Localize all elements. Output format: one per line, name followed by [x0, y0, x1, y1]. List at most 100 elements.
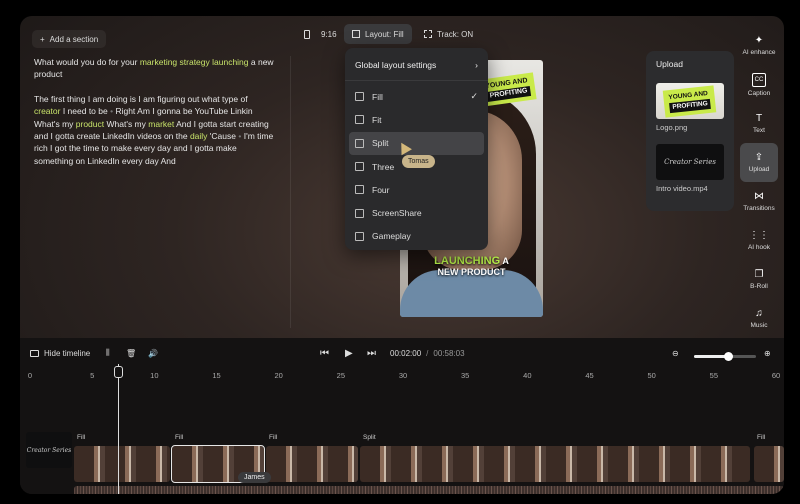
timeline-clip[interactable]	[754, 446, 784, 482]
zoom-out-icon: ⊖	[672, 348, 679, 358]
skip-forward-icon: ⏭	[367, 347, 376, 359]
play-icon: ▶	[345, 347, 353, 359]
zoom-slider[interactable]	[694, 352, 756, 361]
asset-logo-thumbnail[interactable]: YOUNG AND PROFITING	[656, 83, 724, 119]
delete-button[interactable]: 🗑	[126, 349, 136, 358]
zoom-out-button[interactable]: ⊖	[672, 349, 679, 358]
upload-icon: ⇪	[754, 151, 764, 163]
clip-layout-label: Fill	[269, 434, 278, 441]
layout-option-label: Four	[372, 184, 390, 195]
timeline: Hide timeline ⫼ 🗑 🔊 ⏮ ▶ ⏭ 00:02:00 / 00:…	[20, 338, 784, 494]
hide-timeline-button[interactable]: Hide timeline	[30, 349, 90, 358]
ruler-tick: 40	[523, 371, 532, 380]
highlighted-word[interactable]: creator	[34, 106, 60, 116]
layout-option-fill[interactable]: Fill ✓	[345, 85, 488, 108]
menu-header[interactable]: Global layout settings ›	[345, 54, 488, 81]
timeline-clip[interactable]	[360, 446, 750, 482]
volume-button[interactable]: 🔊	[148, 349, 158, 358]
upload-title: Upload	[656, 59, 683, 69]
collaborator-label: Tomas	[402, 155, 435, 168]
layout-option-fit[interactable]: Fit	[345, 108, 488, 131]
play-button[interactable]: ▶	[345, 348, 353, 359]
plus-icon: +	[40, 34, 45, 44]
time-display: 00:02:00 / 00:58:03	[390, 348, 465, 358]
text-icon: T	[755, 112, 763, 124]
fit-icon	[355, 115, 364, 125]
layout-option-label: Split	[372, 138, 389, 149]
timeline-controls: Hide timeline ⫼ 🗑 🔊 ⏮ ▶ ⏭ 00:02:00 / 00:…	[20, 342, 784, 364]
skip-back-icon: ⏮	[320, 347, 329, 359]
highlighted-word[interactable]: daily	[190, 131, 207, 141]
three-layout-icon	[355, 162, 364, 172]
asset-video-thumbnail[interactable]: Creator Series	[656, 144, 724, 180]
transcript-paragraph[interactable]: The first thing I am doing is I am figur…	[34, 93, 274, 167]
cc-icon: CC	[751, 72, 767, 87]
tool-label: AI hook	[747, 243, 771, 251]
collaborator-label: James	[238, 472, 271, 483]
check-icon: ✓	[470, 91, 478, 102]
transcript-text[interactable]: What would you do for your	[34, 57, 140, 67]
skip-forward-button[interactable]: ⏭	[367, 348, 376, 359]
transcript-paragraph[interactable]: What would you do for your marketing str…	[34, 56, 274, 81]
upload-panel: Upload YOUNG AND PROFITING Logo.png Crea…	[646, 51, 734, 211]
tool-music[interactable]: ♫ Music	[740, 299, 778, 338]
highlighted-word[interactable]: marketing strategy launching	[140, 57, 249, 67]
time-ruler[interactable]: 0 5 10 15 20 25 30 35 40 45 50 55 60	[20, 368, 784, 386]
split-layout-icon	[355, 138, 364, 148]
zoom-in-button[interactable]: ⊕	[764, 349, 771, 358]
zoom-slider-fill	[694, 355, 729, 358]
tool-upload[interactable]: ⇪ Upload	[740, 143, 778, 182]
tool-ai-hook[interactable]: ⋮⋮ AI hook	[740, 221, 778, 260]
tool-caption[interactable]: CC Caption	[740, 65, 778, 104]
tool-text[interactable]: T Text	[740, 104, 778, 143]
ruler-tick: 60	[771, 371, 781, 380]
layout-option-four[interactable]: Four	[345, 178, 488, 201]
layout-option-label: Three	[372, 161, 395, 172]
split-clip-button[interactable]: ⫼	[106, 348, 110, 358]
aspect-ratio-button[interactable]: 9:16	[296, 24, 345, 44]
transcript-text[interactable]: I need to be	[60, 106, 110, 116]
skip-back-button[interactable]: ⏮	[320, 348, 329, 359]
layout-button[interactable]: Layout: Fill	[344, 24, 412, 44]
zoom-in-icon: ⊕	[764, 348, 771, 358]
playhead-handle[interactable]	[114, 366, 123, 378]
track-icon	[424, 30, 432, 38]
ruler-tick: 30	[398, 371, 408, 380]
caption-overlay[interactable]: LAUNCHING A NEW PRODUCT	[400, 256, 543, 278]
intro-clip-thumbnail[interactable]: Creator Series	[26, 432, 72, 468]
zoom-slider-handle[interactable]	[723, 352, 733, 361]
tool-transitions[interactable]: ⋈ Transitions	[740, 182, 778, 221]
playhead[interactable]	[118, 364, 119, 494]
layout-option-gameplay[interactable]: Gameplay	[345, 225, 488, 248]
highlighted-word[interactable]: market	[148, 119, 174, 129]
tool-label: Text	[753, 126, 765, 134]
tool-label: Music	[750, 321, 768, 329]
add-section-button[interactable]: + Add a section	[32, 30, 107, 48]
transcript-text[interactable]: What's my	[104, 119, 148, 129]
transcript-text[interactable]: 'Cause	[207, 131, 238, 141]
waveform-icon: ⋮⋮	[749, 229, 769, 241]
audio-waveform[interactable]	[74, 486, 784, 494]
layout-option-label: ScreenShare	[372, 208, 422, 219]
highlighted-word[interactable]: product	[76, 119, 104, 129]
tool-b-roll[interactable]: ❐ B-Roll	[740, 260, 778, 299]
tool-label: Transitions	[743, 204, 775, 212]
tool-ai-enhance[interactable]: ✦ AI enhance	[740, 26, 778, 65]
transcript-editor[interactable]: What would you do for your marketing str…	[34, 56, 274, 179]
four-layout-icon	[355, 185, 364, 195]
timeline-clip[interactable]	[266, 446, 358, 482]
split-icon: ⫼	[106, 348, 110, 357]
transitions-icon: ⋈	[754, 190, 764, 202]
ruler-tick: 50	[647, 371, 656, 380]
transcript-text[interactable]: The first thing I am doing is I am figur…	[34, 94, 248, 104]
track-button[interactable]: Track: ON	[416, 24, 481, 44]
sparkle-icon: ✦	[754, 34, 764, 46]
speaker-icon: 🔊	[148, 348, 158, 358]
screenshare-icon	[355, 208, 364, 218]
layout-option-split[interactable]: Split	[349, 131, 484, 155]
layout-option-screenshare[interactable]: ScreenShare	[345, 201, 488, 224]
phone-icon	[304, 29, 310, 39]
layout-option-label: Fill	[372, 91, 383, 102]
layout-icon	[352, 30, 360, 38]
timeline-clip[interactable]	[74, 446, 170, 482]
